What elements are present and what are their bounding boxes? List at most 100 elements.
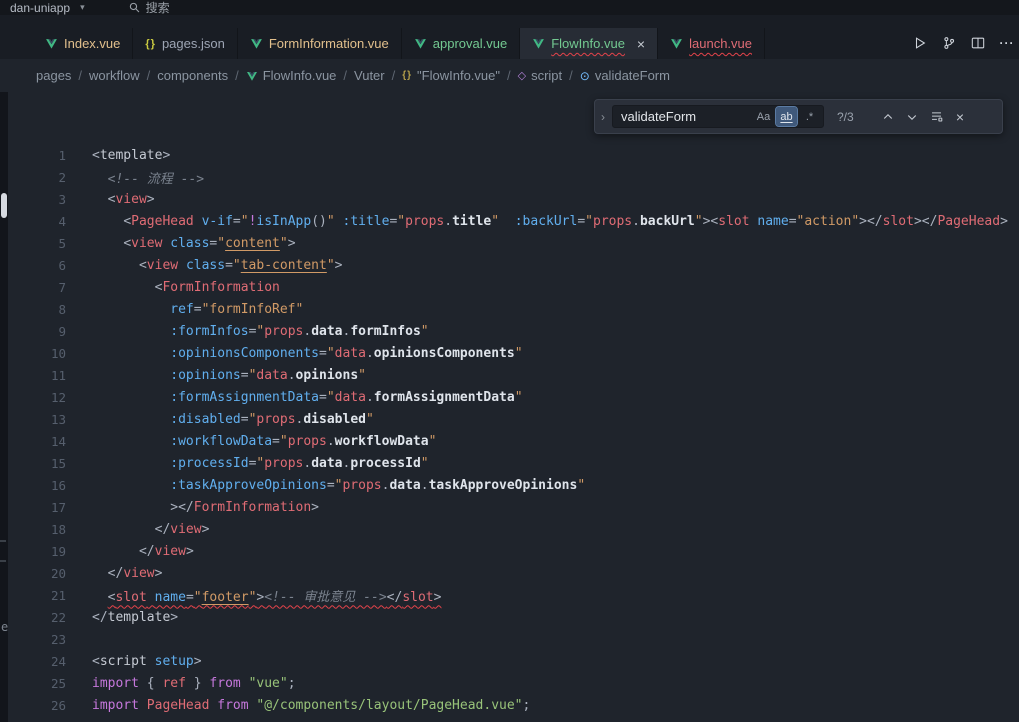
line-number[interactable]: 3 <box>0 192 66 207</box>
tab-launch-vue[interactable]: launch.vue <box>658 28 765 59</box>
code-text[interactable]: <view class="tab-content"> <box>92 258 342 273</box>
line-number[interactable]: 26 <box>0 698 66 713</box>
code-text[interactable]: import { ref } from "vue"; <box>92 676 296 691</box>
find-query[interactable]: validateForm <box>621 109 751 124</box>
tab-pages-json[interactable]: {}pages.json <box>133 28 237 59</box>
code-text[interactable]: :opinionsComponents="data.opinionsCompon… <box>92 346 523 361</box>
breadcrumb-item-validateform[interactable]: ⊙validateForm <box>580 68 670 83</box>
line-number[interactable]: 11 <box>0 368 66 383</box>
code-text[interactable]: :workflowData="props.workflowData" <box>92 434 436 449</box>
line-number[interactable]: 2 <box>0 170 66 185</box>
code-text[interactable]: <template> <box>92 148 170 163</box>
line-number[interactable]: 24 <box>0 654 66 669</box>
code-text[interactable]: </view> <box>92 566 162 581</box>
tab-approval-vue[interactable]: approval.vue <box>402 28 520 59</box>
next-match-icon[interactable] <box>901 106 923 128</box>
code-text[interactable]: <!-- 流程 --> <box>92 168 204 187</box>
code-text[interactable]: :disabled="props.disabled" <box>92 412 374 427</box>
search-icon <box>129 2 140 13</box>
code-line: 21 <slot name="footer"><!-- 审批意见 --></sl… <box>0 584 1019 606</box>
code-line: 15 :processId="props.data.processId" <box>0 452 1019 474</box>
line-number[interactable]: 12 <box>0 390 66 405</box>
code-text[interactable]: :formInfos="props.data.formInfos" <box>92 324 429 339</box>
code-line: 11 :opinions="data.opinions" <box>0 364 1019 386</box>
whole-word-toggle[interactable]: ab <box>776 107 797 126</box>
code-text[interactable]: </view> <box>92 522 209 537</box>
breadcrumb-item-flowinfo-vue[interactable]: FlowInfo.vue <box>246 68 337 83</box>
tab-index-vue[interactable]: Index.vue <box>33 28 133 59</box>
line-number[interactable]: 23 <box>0 632 66 647</box>
code-text[interactable]: <FormInformation <box>92 280 280 295</box>
code-text[interactable]: </view> <box>92 544 194 559</box>
line-number[interactable]: 18 <box>0 522 66 537</box>
line-number[interactable]: 21 <box>0 588 66 603</box>
line-number[interactable]: 13 <box>0 412 66 427</box>
breadcrumb-item--flowinfo-vue-[interactable]: {}"FlowInfo.vue" <box>402 68 500 83</box>
line-number[interactable]: 8 <box>0 302 66 317</box>
code-text[interactable]: :taskApproveOpinions="props.data.taskApp… <box>92 478 585 493</box>
breadcrumb-item-components[interactable]: components <box>157 68 228 83</box>
breadcrumb-item-workflow[interactable]: workflow <box>89 68 140 83</box>
line-number[interactable]: 4 <box>0 214 66 229</box>
split-editor-icon[interactable] <box>970 35 986 51</box>
line-number[interactable]: 1 <box>0 148 66 163</box>
titlebar-search[interactable]: 搜索 <box>129 0 170 16</box>
source-control-icon[interactable] <box>941 35 957 51</box>
line-number[interactable]: 22 <box>0 610 66 625</box>
find-in-selection-icon[interactable] <box>925 106 947 128</box>
tab-label: Index.vue <box>64 36 120 51</box>
tab-list: Index.vue {}pages.json FormInformation.vue… <box>33 28 765 59</box>
tab-forminformation-vue[interactable]: FormInformation.vue <box>238 28 402 59</box>
line-number[interactable]: 5 <box>0 236 66 251</box>
code-text[interactable]: </template> <box>92 610 178 625</box>
line-number[interactable]: 16 <box>0 478 66 493</box>
workspace-menu[interactable]: dan-uniapp ▾ <box>10 1 85 15</box>
line-number[interactable]: 15 <box>0 456 66 471</box>
code-text[interactable]: <PageHead v-if="!isInApp()" :title="prop… <box>92 214 1008 229</box>
find-input[interactable]: validateForm Aaab.* <box>612 105 824 128</box>
code-text[interactable]: :formAssignmentData="data.formAssignment… <box>92 390 523 405</box>
code-line: 16 :taskApproveOpinions="props.data.task… <box>0 474 1019 496</box>
breadcrumb-item-script[interactable]: ◇script <box>518 68 563 83</box>
line-number[interactable]: 20 <box>0 566 66 581</box>
code-area: 1 <template> 2 <!-- 流程 --> 3 <view> 4 <PageH… <box>0 144 1019 716</box>
line-number[interactable]: 6 <box>0 258 66 273</box>
braces-icon: {} <box>402 70 412 81</box>
vue-file-icon <box>414 37 427 50</box>
more-icon[interactable]: ··· <box>999 35 1015 51</box>
code-text[interactable]: import PageHead from "@/components/layou… <box>92 698 530 713</box>
breadcrumb-item-vuter[interactable]: Vuter <box>354 68 385 83</box>
line-number[interactable]: 14 <box>0 434 66 449</box>
code-text[interactable]: <slot name="footer"><!-- 审批意见 --></slot> <box>92 586 441 605</box>
code-line: 6 <view class="tab-content"> <box>0 254 1019 276</box>
code-text[interactable]: <script setup> <box>92 654 202 669</box>
code-line: 23 <box>0 628 1019 650</box>
code-text[interactable]: ></FormInformation> <box>92 500 319 515</box>
match-case-toggle[interactable]: Aa <box>753 107 774 126</box>
vue-file-icon <box>532 37 545 50</box>
tab-flowinfo-vue[interactable]: FlowInfo.vue× <box>520 28 658 59</box>
line-number[interactable]: 7 <box>0 280 66 295</box>
line-number[interactable]: 9 <box>0 324 66 339</box>
code-text[interactable]: <view class="content"> <box>92 236 296 251</box>
line-number[interactable]: 17 <box>0 500 66 515</box>
search-label: 搜索 <box>146 0 170 16</box>
breadcrumb-label: FlowInfo.vue <box>263 68 337 83</box>
code-text[interactable]: <view> <box>92 192 155 207</box>
previous-match-icon[interactable] <box>877 106 899 128</box>
run-icon[interactable] <box>912 35 928 51</box>
toggle-replace-icon[interactable]: › <box>595 100 611 133</box>
line-number[interactable]: 25 <box>0 676 66 691</box>
close-tab-icon[interactable]: × <box>637 37 645 51</box>
code-text[interactable]: :opinions="data.opinions" <box>92 368 366 383</box>
line-number[interactable]: 10 <box>0 346 66 361</box>
code-text[interactable]: :processId="props.data.processId" <box>92 456 429 471</box>
match-case-label: Aa <box>757 111 770 123</box>
line-number[interactable]: 19 <box>0 544 66 559</box>
tab-label: FormInformation.vue <box>269 36 389 51</box>
regex-toggle[interactable]: .* <box>799 107 820 126</box>
close-find-icon[interactable]: × <box>949 106 971 128</box>
breadcrumb-item-pages[interactable]: pages <box>36 68 71 83</box>
tab-label: pages.json <box>162 36 225 51</box>
code-text[interactable]: ref="formInfoRef" <box>92 302 303 317</box>
